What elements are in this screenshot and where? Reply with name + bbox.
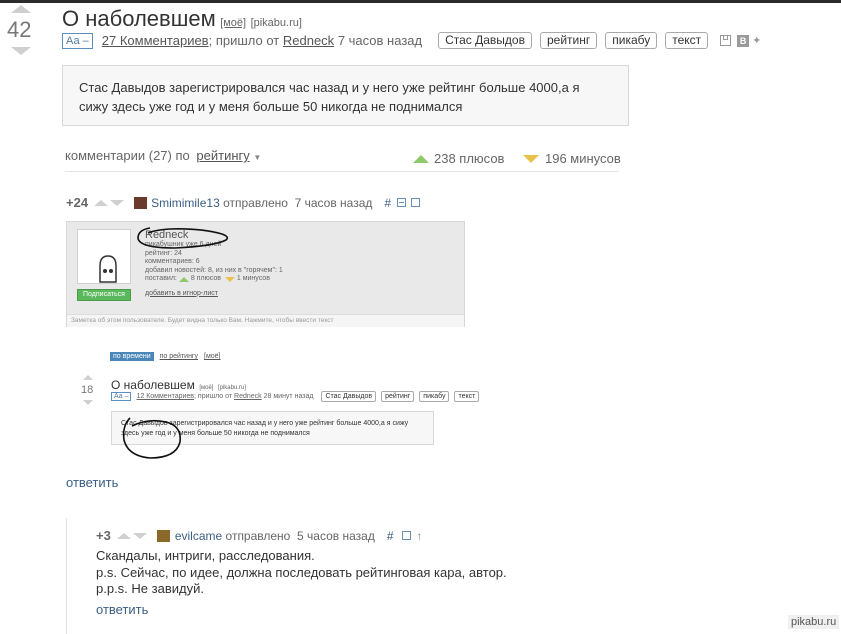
embedded-rating: 18 [81, 384, 94, 396]
votes-minus: 1 минусов [236, 275, 270, 282]
post-meta-row: Аа – 27 Комментариев ; пришло от Redneck… [62, 32, 761, 49]
minus-mini-icon [224, 276, 235, 282]
comment2-time: 5 часов назад [297, 528, 375, 543]
comment2-sent: отправлено [225, 528, 291, 543]
embedded-tag: текст [454, 391, 480, 402]
comment1-reply-link[interactable]: ответить [66, 475, 118, 490]
comment-upvote-icon[interactable] [116, 532, 131, 539]
embedded-sort-row: по времени по рейтингу [моё] [110, 352, 221, 361]
minus-count: 196 минусов [545, 151, 621, 166]
profile-line: комментариев: 6 [145, 258, 200, 265]
tag-item[interactable]: пикабу [605, 32, 658, 49]
comment2-body: Скандалы, интриги, расследования. p.s. С… [96, 548, 507, 598]
ghost-avatar-icon [99, 255, 117, 283]
subscribe-button[interactable]: Подписаться [77, 289, 131, 301]
sort-by-time-tab[interactable]: по времени [110, 352, 154, 361]
comment1-user[interactable]: Smimimile13 [151, 196, 220, 210]
my-link[interactable]: [моё] [220, 17, 246, 29]
embedded-tag: пикабу [419, 391, 450, 402]
plus-counter: 238 плюсов [413, 151, 504, 166]
pikabu-watermark: pikabu.ru [788, 615, 840, 629]
plus-count: 238 плюсов [434, 151, 505, 166]
embedded-tag: рейтинг [381, 391, 415, 402]
post-body: Стас Давыдов зарегистрировался час назад… [62, 65, 629, 126]
comments-count-label: комментарии (27) по [65, 148, 190, 163]
comment2-user[interactable]: evilcame [175, 529, 222, 543]
font-size-toggle[interactable]: Аа – [62, 32, 93, 49]
tag-item[interactable]: рейтинг [539, 32, 598, 49]
plus-triangle-icon [413, 154, 429, 163]
comment-downvote-icon[interactable] [110, 199, 125, 206]
sort-by-rating-link[interactable]: рейтингу [196, 148, 249, 163]
downvote-arrow-icon[interactable] [11, 47, 31, 55]
ignore-link[interactable]: добавить в игнор-лист [145, 290, 283, 299]
comment-downvote-icon[interactable] [132, 532, 147, 539]
thread-line [66, 518, 67, 634]
comment1-rating: +24 [66, 195, 89, 210]
comment-line: p.s. Сейчас, по идее, должна последовать… [96, 564, 507, 580]
twitter-share-icon[interactable]: ✦ [752, 34, 761, 47]
post-title-row: О наболевшем [моё] [pikabu.ru] [62, 6, 302, 32]
embedded-author: Redneck [234, 393, 262, 400]
tag-item[interactable]: Стас Давыдов [438, 32, 532, 49]
comment-upvote-icon[interactable] [94, 199, 109, 206]
comments-link[interactable]: 27 Комментариев [102, 33, 209, 48]
embedded-title: О наболевшем [111, 378, 195, 392]
post-title[interactable]: О наболевшем [62, 6, 216, 31]
sort-by-rating-tab[interactable]: по рейтингу [160, 353, 198, 360]
sort-dropdown-icon[interactable]: ▼ [253, 153, 261, 162]
comment1-sent: отправлено [223, 195, 288, 210]
vk-share-icon[interactable]: B [737, 34, 750, 47]
comments-header: комментарии (27) по рейтингу ▼ 238 плюсо… [65, 148, 621, 172]
upvote-arrow-icon[interactable] [11, 5, 31, 13]
embedded-downvote-icon [83, 400, 93, 405]
votes-label: поставил: [145, 275, 177, 282]
comment1-time: 7 часов назад [294, 195, 373, 210]
minus-triangle-icon [523, 154, 539, 163]
profile-votes: поставил: 8 плюсов 1 минусов [145, 275, 283, 284]
embedded-vote-column: 18 [81, 375, 95, 405]
post-rating: 42 [7, 17, 32, 42]
parent-arrow-icon[interactable]: ↑ [417, 529, 423, 543]
comment-line: Скандалы, интриги, расследования. [96, 548, 315, 563]
author-link[interactable]: Redneck [283, 33, 334, 48]
profile-line: добавил новостей: 8, из них в "горячем":… [145, 266, 283, 274]
collapse-icon[interactable] [397, 198, 407, 207]
save-icon[interactable] [720, 35, 732, 46]
tag-item[interactable]: текст [665, 32, 709, 49]
top-bar [0, 0, 841, 3]
embedded-upvote-icon [83, 375, 93, 380]
comment2-header: +3 evilcame отправлено 5 часов назад # ↑ [96, 528, 423, 543]
comment1-header: +24 Smimimile13 отправлено 7 часов назад… [66, 195, 421, 210]
embedded-comments: 12 Комментариев [136, 393, 195, 400]
votes-plus: 8 плюсов [190, 275, 221, 282]
hand-drawn-circle [137, 227, 229, 249]
embedded-tag: Стас Давыдов [321, 391, 377, 402]
post-vote-column: 42 [7, 5, 34, 55]
user-avatar [156, 529, 170, 542]
sort-my-tab[interactable]: [моё] [204, 353, 221, 360]
user-avatar [134, 196, 148, 209]
hand-drawn-circle [122, 417, 182, 459]
save-comment-icon[interactable] [411, 198, 421, 207]
embedded-meta-from: ; пришло от [194, 393, 233, 400]
comment-line: p.p.s. Не завидуй. [96, 581, 204, 596]
save-comment-icon[interactable] [401, 531, 411, 540]
embedded-font-toggle: Аа – [111, 392, 132, 401]
minus-counter: 196 минусов [523, 151, 621, 166]
comment2-rating: +3 [96, 528, 111, 543]
embedded-meta-row: Аа – 12 Комментариев ; пришло от Redneck… [111, 391, 480, 402]
comment1-permalink[interactable]: # [384, 196, 391, 210]
embedded-profile-screenshot: Подписаться Redneck пикабушник уже 6 дне… [66, 221, 465, 327]
meta-from: ; пришло от [208, 33, 280, 48]
comment2-permalink[interactable]: # [387, 529, 394, 543]
comment2-reply-link[interactable]: ответить [96, 602, 148, 617]
profile-avatar [77, 229, 131, 284]
post-source: [pikabu.ru] [250, 17, 302, 29]
post-time: 7 часов назад [337, 33, 423, 48]
embedded-time: 28 минут назад [263, 393, 314, 400]
plus-mini-icon [178, 276, 189, 282]
profile-note-field[interactable]: Заметка об этом пользователе. Будет видн… [67, 314, 464, 327]
